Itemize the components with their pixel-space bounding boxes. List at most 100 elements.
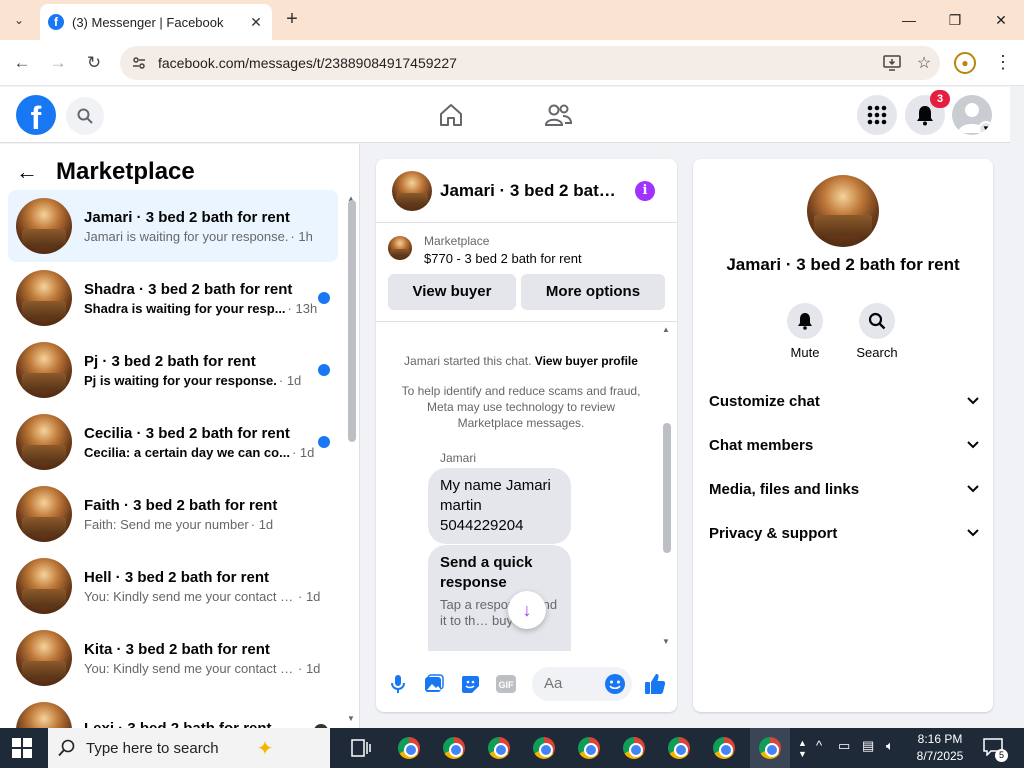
back-button[interactable]: ←	[10, 52, 34, 74]
browser-profile-icon[interactable]: ●	[954, 52, 976, 74]
bookmark-star-icon[interactable]: ☆	[908, 47, 940, 79]
chat-listing-thumbnail[interactable]	[392, 170, 432, 211]
show-hidden-icons-icon[interactable]: ^	[816, 738, 822, 753]
privacy-support-section[interactable]: Privacy & support	[709, 521, 979, 545]
unread-dot-icon	[318, 364, 330, 376]
section-label: Chat members	[709, 436, 814, 454]
conversation-item[interactable]: Faith · 3 bed 2 bath for rent Faith: Send…	[8, 478, 338, 550]
chrome-taskbar-icon[interactable]	[529, 734, 559, 762]
action-center-count: 5	[995, 749, 1008, 762]
chrome-taskbar-icon[interactable]	[664, 734, 694, 762]
listing-card: Marketplace $770 - 3 bed 2 bath for rent…	[376, 224, 677, 322]
details-listing-photo[interactable]	[807, 175, 879, 247]
mute-button[interactable]: Mute	[775, 303, 835, 360]
chat-scroll-down-icon[interactable]: ▼	[662, 637, 670, 646]
chat-title[interactable]: Jamari · 3 bed 2 bath...	[440, 181, 620, 201]
close-window-button[interactable]: ✕	[978, 6, 1024, 34]
chevron-down-icon	[967, 482, 979, 496]
info-icon[interactable]: i	[635, 181, 655, 201]
conversation-item[interactable]: Shadra · 3 bed 2 bath for rent Shadra is …	[8, 262, 338, 334]
conversation-item[interactable]: Lexi · 3 bed 2 bath for rent	[8, 694, 338, 728]
conversation-item[interactable]: Pj · 3 bed 2 bath for rent Pj is waiting …	[8, 334, 338, 406]
install-app-icon[interactable]	[876, 47, 908, 79]
browser-menu-icon[interactable]: ⋮	[994, 52, 1012, 74]
action-center-icon[interactable]: 5	[982, 738, 1008, 762]
home-icon[interactable]	[437, 101, 465, 129]
view-buyer-profile-link[interactable]: View buyer profile	[535, 354, 638, 368]
conversation-item[interactable]: Hell · 3 bed 2 bath for rent You: Kindly …	[8, 550, 338, 622]
conversation-title: Jamari · 3 bed 2 bath for rent	[84, 208, 290, 226]
taskbar-search-icon	[58, 739, 75, 757]
task-view-icon[interactable]	[346, 734, 376, 762]
media-files-links-section[interactable]: Media, files and links	[709, 477, 979, 501]
omnibox[interactable]: facebook.com/messages/t/2388908491745922…	[120, 46, 940, 80]
conversation-item[interactable]: Jamari · 3 bed 2 bath for rent Jamari is …	[8, 190, 338, 262]
volume-icon[interactable]: 🔈︎	[886, 738, 894, 754]
microphone-icon[interactable]	[386, 672, 410, 696]
mute-bell-icon	[787, 303, 823, 339]
browser-tab[interactable]: f (3) Messenger | Facebook ✕	[40, 4, 272, 40]
friends-icon[interactable]	[544, 101, 572, 129]
chrome-taskbar-icon[interactable]	[484, 734, 514, 762]
conversation-time: · 1d	[250, 516, 274, 532]
conversation-time: · 1d	[278, 372, 302, 388]
taskbar-clock[interactable]: 8:16 PM 8/7/2025	[908, 731, 972, 765]
sticker-icon[interactable]	[458, 672, 482, 696]
clock-time: 8:16 PM	[917, 732, 963, 746]
page-scrollbar[interactable]	[1010, 87, 1024, 728]
like-thumbs-up-icon[interactable]	[643, 672, 667, 696]
scroll-to-bottom-arrow-icon[interactable]: ↓	[508, 591, 546, 629]
chat-members-section[interactable]: Chat members	[709, 433, 979, 457]
chrome-taskbar-icon[interactable]	[394, 734, 424, 762]
url-text: facebook.com/messages/t/2388908491745922…	[158, 55, 457, 71]
chrome-taskbar-icon[interactable]	[439, 734, 469, 762]
chrome-taskbar-icon[interactable]	[619, 734, 649, 762]
back-arrow-icon[interactable]: ←	[16, 156, 48, 188]
conversation-item[interactable]: Cecilia · 3 bed 2 bath for rent Cecilia: …	[8, 406, 338, 478]
listing-price[interactable]: $770 - 3 bed 2 bath for rent	[424, 251, 582, 266]
account-avatar[interactable]: ▼	[952, 95, 992, 135]
taskbar-search-box[interactable]: Type here to search ✦	[48, 728, 330, 768]
network-icon[interactable]: ▤	[862, 738, 874, 754]
facebook-logo-icon[interactable]: f	[16, 95, 56, 135]
site-info-icon[interactable]	[130, 54, 148, 72]
listing-thumbnail	[16, 198, 72, 254]
chat-scrollbar[interactable]	[663, 423, 671, 553]
new-tab-button[interactable]: +	[282, 8, 302, 32]
left-panel-scrollbar[interactable]	[348, 200, 356, 442]
listing-thumbnail	[16, 486, 72, 542]
conversation-item[interactable]: Kita · 3 bed 2 bath for rent You: Kindly …	[8, 622, 338, 694]
listing-thumbnail[interactable]	[388, 236, 412, 260]
chat-header: Jamari · 3 bed 2 bath... i	[376, 159, 677, 223]
chrome-taskbar-icon[interactable]	[709, 734, 739, 762]
view-buyer-button[interactable]: View buyer	[388, 274, 516, 310]
scroll-down-arrow-icon[interactable]: ▼	[347, 714, 355, 723]
conversation-time: · 1d	[298, 588, 321, 604]
taskbar-scroll-arrows-icon[interactable]: ▲ ▼	[798, 738, 807, 760]
reload-button[interactable]: ↻	[82, 52, 106, 74]
photo-icon[interactable]	[422, 672, 446, 696]
menu-grid-icon[interactable]	[857, 95, 897, 135]
more-options-button[interactable]: More options	[521, 274, 665, 310]
chat-scroll-up-icon[interactable]: ▲	[662, 325, 670, 334]
forward-button[interactable]: →	[46, 52, 70, 74]
chrome-taskbar-icon-active[interactable]	[750, 728, 790, 768]
message-bubble[interactable]: My name Jamari martin 5044229204	[428, 468, 571, 544]
windows-start-icon[interactable]	[12, 738, 32, 758]
search-icon[interactable]	[66, 97, 104, 135]
emoji-icon[interactable]	[603, 672, 627, 696]
message-composer: GIF	[376, 661, 677, 707]
close-tab-icon[interactable]: ✕	[248, 14, 264, 31]
customize-chat-section[interactable]: Customize chat	[709, 389, 979, 413]
search-in-chat-button[interactable]: Search	[847, 303, 907, 360]
gif-icon[interactable]: GIF	[494, 672, 518, 696]
chrome-taskbar-icon[interactable]	[574, 734, 604, 762]
address-bar-row: ← → ↻ facebook.com/messages/t/2388908491…	[0, 40, 1024, 86]
quick-response-card[interactable]: Send a quick response Tap a respor… send…	[428, 545, 571, 651]
restore-button[interactable]: ❐	[932, 6, 978, 34]
device-icon[interactable]: ▭	[838, 738, 850, 754]
clock-date: 8/7/2025	[916, 749, 964, 763]
listing-thumbnail	[16, 558, 72, 614]
tab-search-button[interactable]: ⌄	[6, 8, 32, 32]
minimize-button[interactable]: —	[886, 6, 932, 34]
